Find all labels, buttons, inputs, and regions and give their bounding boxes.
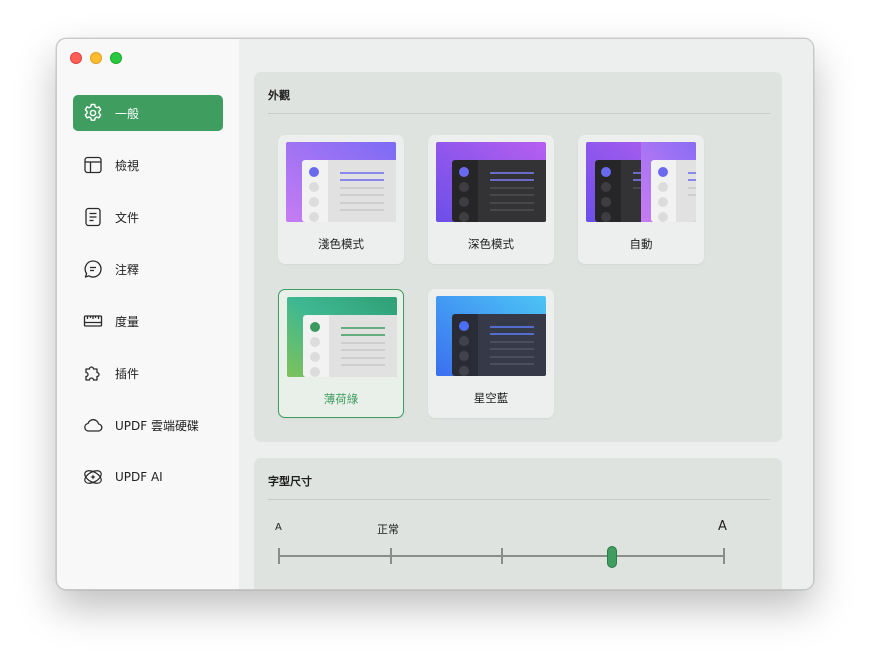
slider-tick (723, 548, 725, 564)
puzzle-icon (82, 362, 104, 384)
layout-icon (82, 154, 104, 176)
sidebar-item-label: 度量 (115, 314, 140, 329)
font-size-slider-thumb[interactable] (607, 546, 617, 568)
sidebar-item-label: 一般 (115, 106, 140, 121)
theme-starry-blue-card[interactable]: 星空藍 (428, 289, 554, 418)
main-content: 外觀 淺色模式 深色模式 自動 薄荷綠 星空藍 字型尺寸 A 正常 A (239, 39, 813, 589)
sidebar-item-label: 注釋 (115, 262, 140, 277)
divider (268, 499, 770, 500)
theme-light-label: 淺色模式 (318, 237, 364, 251)
preferences-window: 一般 檢視 文件 注釋 度量 插件 UPDF 雲端硬碟 UPDF AI 外觀 淺… (56, 38, 814, 590)
comment-icon (82, 258, 104, 280)
sidebar-item-document[interactable]: 文件 (73, 199, 223, 235)
theme-auto-card[interactable]: 自動 (578, 135, 704, 264)
theme-dark-preview (436, 142, 546, 222)
font-size-title: 字型尺寸 (268, 475, 312, 488)
font-size-panel: 字型尺寸 A 正常 A (254, 458, 782, 589)
theme-auto-label: 自動 (629, 237, 653, 251)
theme-auto-preview (586, 142, 696, 222)
sidebar-item-measure[interactable]: 度量 (73, 303, 223, 339)
theme-dark-card[interactable]: 深色模式 (428, 135, 554, 264)
theme-dark-label: 深色模式 (468, 237, 514, 251)
sidebar-item-label: UPDF AI (115, 470, 163, 484)
font-size-large-label: A (718, 519, 727, 534)
sidebar-item-comment[interactable]: 注釋 (73, 251, 223, 287)
gear-icon (82, 102, 104, 124)
slider-tick (278, 548, 280, 564)
theme-starry-blue-preview (436, 296, 546, 376)
ai-icon (82, 466, 104, 488)
theme-light-card[interactable]: 淺色模式 (278, 135, 404, 264)
sidebar-item-label: 插件 (115, 366, 140, 381)
slider-tick (390, 548, 392, 564)
slider-tick (501, 548, 503, 564)
theme-starry-blue-label: 星空藍 (473, 391, 509, 405)
cloud-icon (82, 414, 104, 436)
theme-light-preview (286, 142, 396, 222)
sidebar-item-label: 文件 (115, 210, 140, 225)
divider (268, 113, 770, 114)
font-size-small-label: A (275, 522, 282, 533)
theme-mint-card[interactable]: 薄荷綠 (278, 289, 404, 418)
sidebar-item-label: UPDF 雲端硬碟 (115, 418, 199, 433)
ruler-icon (82, 310, 104, 332)
sidebar-item-label: 檢視 (115, 158, 140, 173)
sidebar: 一般 檢視 文件 注釋 度量 插件 UPDF 雲端硬碟 UPDF AI (57, 39, 239, 589)
theme-mint-label: 薄荷綠 (323, 392, 359, 406)
sidebar-item-cloud[interactable]: UPDF 雲端硬碟 (73, 407, 223, 443)
appearance-panel: 外觀 淺色模式 深色模式 自動 薄荷綠 星空藍 (254, 72, 782, 442)
document-icon (82, 206, 104, 228)
appearance-title: 外觀 (268, 89, 290, 102)
font-size-normal-label: 正常 (377, 523, 399, 536)
sidebar-item-ai[interactable]: UPDF AI (73, 459, 223, 495)
sidebar-item-plugins[interactable]: 插件 (73, 355, 223, 391)
sidebar-item-view[interactable]: 檢視 (73, 147, 223, 183)
sidebar-item-general[interactable]: 一般 (73, 95, 223, 131)
theme-mint-preview (287, 297, 397, 377)
